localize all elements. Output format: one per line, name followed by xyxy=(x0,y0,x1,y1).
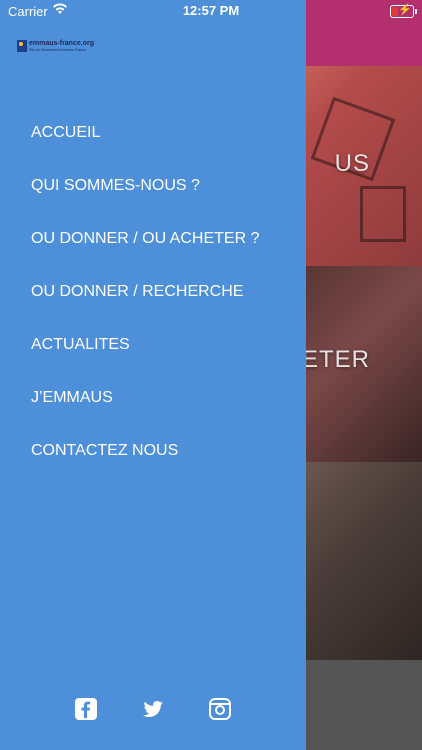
menu-item-qui-sommes-nous[interactable]: QUI SOMMES-NOUS ? xyxy=(31,177,200,195)
emmaus-logo[interactable]: emmaus-france.org Site du Mouvement Emma… xyxy=(17,40,94,53)
battery-icon: ⚡ xyxy=(390,4,417,18)
status-bar: Carrier 12:57 PM ⚡ xyxy=(0,0,422,22)
menu-item-accueil[interactable]: ACCUEIL xyxy=(31,124,100,142)
menu-item-jemmaus[interactable]: J’EMMAUS xyxy=(31,389,113,407)
social-links xyxy=(0,697,306,725)
logo-mark-icon xyxy=(17,40,27,52)
instagram-icon[interactable] xyxy=(208,697,232,721)
menu-item-contactez-nous[interactable]: CONTACTEZ NOUS xyxy=(31,442,178,460)
twitter-icon[interactable] xyxy=(141,697,165,721)
menu-item-actualites[interactable]: ACTUALITES xyxy=(31,336,130,354)
logo-text: emmaus-france.org Site du Mouvement Emma… xyxy=(29,40,94,52)
navigation-drawer: emmaus-france.org Site du Mouvement Emma… xyxy=(0,0,306,750)
tile-illustration-2 xyxy=(360,186,406,242)
clock: 12:57 PM xyxy=(182,3,240,18)
tile-label: US xyxy=(334,150,370,177)
menu-item-ou-donner-recherche[interactable]: OU DONNER / RECHERCHE xyxy=(31,283,243,301)
menu-item-ou-donner-ou-acheter[interactable]: OU DONNER / OU ACHETER ? xyxy=(31,230,259,248)
facebook-icon[interactable] xyxy=(74,697,98,721)
tile-label: ETER xyxy=(301,346,370,373)
